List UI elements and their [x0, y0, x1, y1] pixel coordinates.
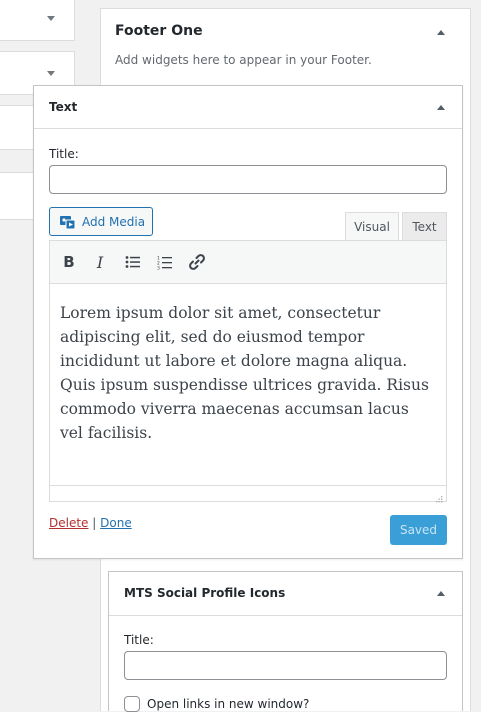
title-label: Title: [49, 147, 79, 161]
text-widget: Text Title: Add Media Visual Text B I 1 … [33, 85, 463, 559]
numbered-list-icon[interactable]: 1 2 3 [154, 251, 176, 273]
open-links-checkbox[interactable] [124, 696, 140, 712]
collapse-widget-icon[interactable] [437, 105, 445, 110]
editor-frame: B I 1 2 3 Lorem ipsum dolor sit amet, co… [49, 240, 447, 503]
collapse-sidebar-icon[interactable] [437, 30, 445, 35]
chevron-down-icon[interactable] [47, 16, 55, 21]
tab-text[interactable]: Text [402, 212, 447, 240]
open-links-label: Open links in new window? [147, 697, 310, 711]
text-widget-header[interactable]: Text [34, 86, 462, 129]
bold-icon[interactable]: B [58, 251, 80, 273]
tab-visual[interactable]: Visual [345, 212, 399, 240]
mts-social-profile-widget: MTS Social Profile Icons Title: Open lin… [108, 571, 463, 712]
link-icon[interactable] [186, 251, 208, 273]
actions-separator: | [92, 516, 97, 530]
done-link[interactable]: Done [100, 516, 132, 530]
editor-content[interactable]: Lorem ipsum dolor sit amet, consectetur … [60, 301, 436, 445]
editor-statusbar [50, 485, 446, 503]
sidebar-description: Add widgets here to appear in your Foote… [115, 53, 372, 67]
bulleted-list-icon[interactable] [122, 251, 144, 273]
resize-handle-icon[interactable] [434, 489, 443, 508]
sidebar-title[interactable]: Footer One [115, 23, 203, 39]
mts-title-input[interactable] [124, 651, 447, 680]
media-icon [59, 214, 76, 230]
add-media-button[interactable]: Add Media [49, 207, 153, 236]
chevron-down-icon[interactable] [47, 71, 55, 76]
mts-title-label: Title: [124, 633, 154, 647]
italic-icon[interactable]: I [89, 251, 111, 273]
svg-text:3: 3 [157, 265, 160, 270]
widget-control-actions: Delete | Done [49, 516, 132, 530]
background-widget-1 [0, 0, 75, 41]
title-input[interactable] [49, 165, 447, 194]
editor-toolbar: B I 1 2 3 [50, 241, 446, 284]
saved-button[interactable]: Saved [390, 515, 447, 545]
add-media-label: Add Media [82, 214, 146, 229]
text-widget-title: Text [49, 100, 78, 114]
collapse-widget-icon[interactable] [437, 591, 445, 596]
mts-widget-header[interactable]: MTS Social Profile Icons [109, 572, 462, 616]
delete-link[interactable]: Delete [49, 516, 88, 530]
mts-widget-title: MTS Social Profile Icons [124, 586, 286, 600]
